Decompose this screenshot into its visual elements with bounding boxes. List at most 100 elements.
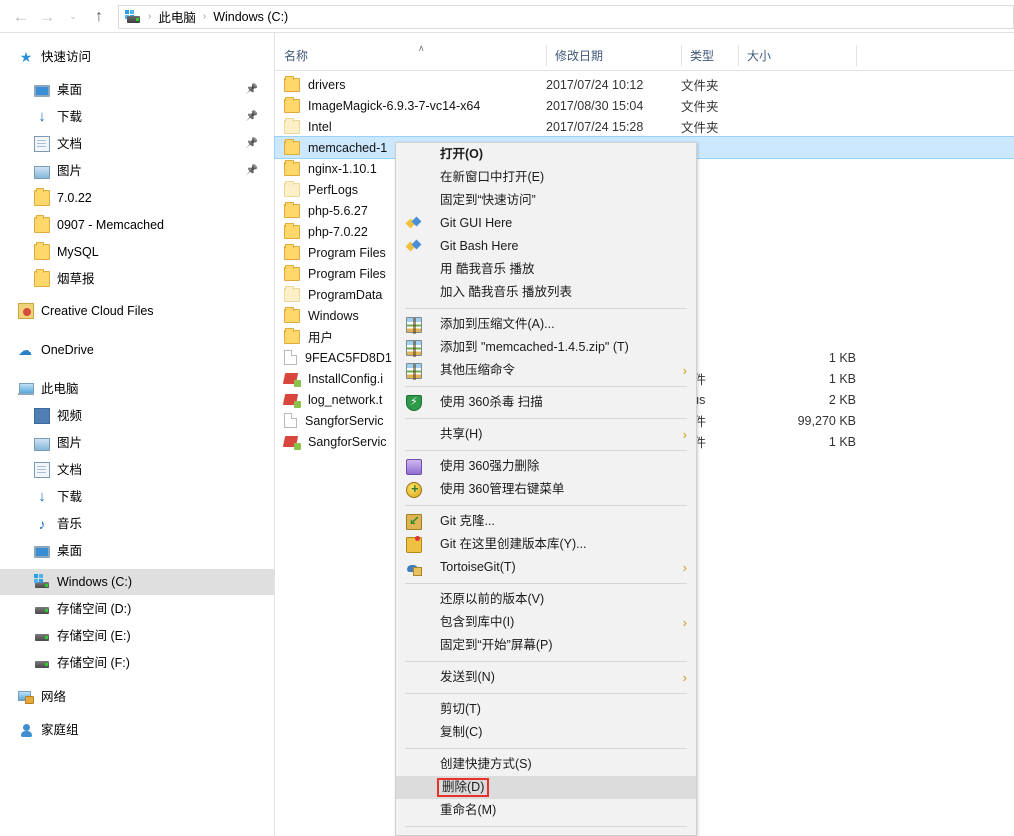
up-button[interactable]: ↑ [86, 4, 112, 30]
context-menu[interactable]: 打开(O) 在新窗口中打开(E) 固定到“快速访问” Git GUI Here Git … [395, 142, 697, 836]
sidebar-item-4[interactable]: 图片 📌 [0, 158, 274, 184]
menu-item-29[interactable]: 剪切(T) [396, 698, 696, 721]
menu-item-10[interactable]: 其他压缩命令 › [396, 359, 696, 382]
menu-item-2[interactable]: 固定到“快速访问” [396, 189, 696, 212]
sidebar-item-10[interactable]: ☁ OneDrive [0, 337, 274, 363]
sidebar-item-15[interactable]: ↓ 下载 [0, 484, 274, 510]
sidebar-item-17[interactable]: 桌面 [0, 538, 274, 564]
menu-item-1[interactable]: 在新窗口中打开(E) [396, 166, 696, 189]
file-name-cell[interactable]: ProgramData [284, 284, 382, 305]
menu-item-14[interactable]: 共享(H) › [396, 423, 696, 446]
menu-item-8[interactable]: 添加到压缩文件(A)... [396, 313, 696, 336]
file-name-cell[interactable]: memcached-1 [284, 137, 387, 158]
sidebar-item-16[interactable]: ♪ 音乐 [0, 511, 274, 537]
menu-item-5[interactable]: 用 酷我音乐 播放 [396, 258, 696, 281]
breadcrumb-item-this-pc[interactable]: 此电脑 [158, 7, 196, 26]
breadcrumb-separator-2[interactable]: › [203, 11, 206, 22]
sidebar-item-23[interactable]: 家庭组 [0, 717, 274, 743]
sidebar-item-9[interactable]: Creative Cloud Files [0, 298, 274, 324]
back-button[interactable]: ← [8, 4, 34, 30]
sidebar-item-8[interactable]: 烟草报 [0, 266, 274, 292]
pin-icon[interactable]: 📌 [246, 84, 258, 95]
file-name-cell[interactable]: SangforServic [284, 410, 384, 431]
sidebar-item-0[interactable]: ★ 快速访问 [0, 44, 274, 70]
file-name-cell[interactable]: php-5.6.27 [284, 200, 368, 221]
column-header-name[interactable]: 名称 ∧ [275, 41, 546, 70]
file-name-cell[interactable]: 用户 [284, 326, 333, 347]
table-row[interactable]: ImageMagick-6.9.3-7-vc14-x64 2017/08/30 1… [275, 95, 1014, 116]
menu-item-27[interactable]: 发送到(N) › [396, 666, 696, 689]
file-name-cell[interactable]: Windows [284, 305, 359, 326]
column-header-date[interactable]: 修改日期 [546, 41, 681, 70]
column-header-type[interactable]: 类型 [681, 41, 738, 70]
column-divider[interactable] [856, 45, 857, 66]
menu-item-0[interactable]: 打开(O) [396, 143, 696, 166]
menu-item-label: 打开(O) [440, 147, 484, 162]
file-name-cell[interactable]: drivers [284, 74, 346, 95]
menu-item-6[interactable]: 加入 酷我音乐 播放列表 [396, 281, 696, 304]
menu-item-3[interactable]: Git GUI Here [396, 212, 696, 235]
file-name-cell[interactable]: 9FEAC5FD8D1 [284, 347, 392, 368]
menu-item-4[interactable]: Git Bash Here [396, 235, 696, 258]
menu-item-24[interactable]: 包含到库中(I) › [396, 611, 696, 634]
sidebar-item-20[interactable]: 存储空间 (E:) [0, 623, 274, 649]
pin-icon[interactable]: 📌 [246, 138, 258, 149]
file-name-cell[interactable]: PerfLogs [284, 179, 358, 200]
sidebar-item-11[interactable]: 此电脑 [0, 376, 274, 402]
sidebar-item-1[interactable]: 桌面 📌 [0, 77, 274, 103]
menu-item-20[interactable]: Git 在这里创建版本库(Y)... [396, 533, 696, 556]
menu-item-34[interactable]: 重命名(M) [396, 799, 696, 822]
column-divider[interactable] [681, 45, 682, 66]
breadcrumb-separator-1[interactable]: › [148, 11, 151, 22]
menu-item-23[interactable]: 还原以前的版本(V) [396, 588, 696, 611]
sidebar-item-14[interactable]: 文档 [0, 457, 274, 483]
menu-item-19[interactable]: Git 克隆... [396, 510, 696, 533]
column-divider[interactable] [546, 45, 547, 66]
sidebar-item-3[interactable]: 文档 📌 [0, 131, 274, 157]
recent-locations-button[interactable]: ⌄ [60, 4, 86, 30]
menu-item-label: 还原以前的版本(V) [440, 592, 545, 607]
table-row[interactable]: Intel 2017/07/24 15:28 文件夹 [275, 116, 1014, 137]
sidebar-item-2[interactable]: ↓ 下载 📌 [0, 104, 274, 130]
folder-icon [34, 269, 50, 287]
file-name-cell[interactable]: log_network.t [284, 389, 382, 410]
menu-item-25[interactable]: 固定到“开始”屏幕(P) [396, 634, 696, 657]
file-name-cell[interactable]: Intel [284, 116, 332, 137]
file-name-cell[interactable]: php-7.0.22 [284, 221, 368, 242]
navigation-pane[interactable]: ★ 快速访问 桌面 📌 ↓ 下载 📌 文档 📌 图片 📌 7.0.22 0907 - Memcached… [0, 33, 274, 836]
menu-item-33[interactable]: 删除(D) [396, 776, 696, 799]
sidebar-item-7[interactable]: MySQL [0, 239, 274, 265]
column-header-row[interactable]: 名称 ∧ 修改日期 类型 大小 [275, 41, 1014, 71]
sidebar-item-5[interactable]: 7.0.22 [0, 185, 274, 211]
column-header-size[interactable]: 大小 [738, 41, 856, 70]
pin-icon[interactable]: 📌 [246, 111, 258, 122]
sidebar-item-12[interactable]: 视频 [0, 403, 274, 429]
file-name-cell[interactable]: SangforServic [284, 431, 387, 452]
menu-item-21[interactable]: TortoiseGit(T) › [396, 556, 696, 579]
file-name-cell[interactable]: ImageMagick-6.9.3-7-vc14-x64 [284, 95, 480, 116]
forward-button[interactable]: → [34, 4, 60, 30]
sidebar-item-19[interactable]: 存储空间 (D:) [0, 596, 274, 622]
menu-item-9[interactable]: 添加到 "memcached-1.4.5.zip" (T) [396, 336, 696, 359]
sidebar-item-21[interactable]: 存储空间 (F:) [0, 650, 274, 676]
column-divider[interactable] [738, 45, 739, 66]
sidebar-item-6[interactable]: 0907 - Memcached [0, 212, 274, 238]
breadcrumb[interactable]: › 此电脑 › Windows (C:) [118, 4, 1014, 29]
menu-item-32[interactable]: 创建快捷方式(S) [396, 753, 696, 776]
sidebar-item-label: OneDrive [41, 342, 94, 357]
breadcrumb-item-windows-c[interactable]: Windows (C:) [213, 10, 288, 24]
menu-item-12[interactable]: 使用 360杀毒 扫描 [396, 391, 696, 414]
file-name-cell[interactable]: Program Files [284, 242, 386, 263]
table-row[interactable]: drivers 2017/07/24 10:12 文件夹 [275, 74, 1014, 95]
file-name-cell[interactable]: InstallConfig.i [284, 368, 383, 389]
menu-item-16[interactable]: 使用 360强力删除 [396, 455, 696, 478]
menu-item-17[interactable]: 使用 360管理右键菜单 [396, 478, 696, 501]
file-name-cell[interactable]: nginx-1.10.1 [284, 158, 377, 179]
pin-icon[interactable]: 📌 [246, 165, 258, 176]
file-name-cell[interactable]: Program Files [284, 263, 386, 284]
sidebar-item-18[interactable]: Windows (C:) [0, 569, 274, 595]
sidebar-item-13[interactable]: 图片 [0, 430, 274, 456]
menu-item-36[interactable]: 属性(R) [396, 831, 696, 835]
sidebar-item-22[interactable]: 网络 [0, 684, 274, 710]
menu-item-30[interactable]: 复制(C) [396, 721, 696, 744]
